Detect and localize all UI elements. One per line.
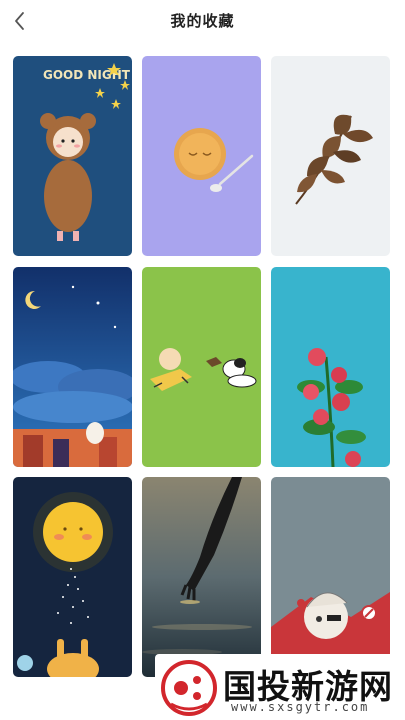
watermark-url: www.sxsgytr.com: [231, 700, 370, 714]
brown-leaf-image: [271, 56, 390, 256]
anime-character-image: [271, 477, 390, 677]
tart-on-purple-image: [142, 56, 261, 256]
wallpaper-tile-anime[interactable]: [271, 477, 390, 677]
wallpaper-tile-night-sky[interactable]: [13, 267, 132, 467]
red-roses-image: [271, 267, 390, 467]
watermark: 国投新游网 www.sxsgytr.com: [155, 654, 405, 720]
charlie-brown-snoopy-image: [142, 267, 261, 467]
wallpaper-tile-hand-water[interactable]: [142, 477, 261, 677]
wallpaper-tile-moon[interactable]: [13, 477, 132, 677]
hand-in-water-image: [142, 477, 261, 677]
favorites-grid: GOOD NIGHT: [0, 0, 405, 720]
wallpaper-tile-peanuts[interactable]: [142, 267, 261, 467]
glowing-moon-bunny-image: [13, 477, 132, 677]
wallpaper-tile-roses[interactable]: [271, 267, 390, 467]
wallpaper-tile-tart[interactable]: [142, 56, 261, 256]
good-night-bear-girl-image: GOOD NIGHT: [13, 56, 132, 256]
wallpaper-tile-leaf[interactable]: [271, 56, 390, 256]
wallpaper-tile-good-night[interactable]: GOOD NIGHT: [13, 56, 132, 256]
night-sky-bunny-image: [13, 267, 132, 467]
brand-logo-icon: [161, 660, 217, 716]
